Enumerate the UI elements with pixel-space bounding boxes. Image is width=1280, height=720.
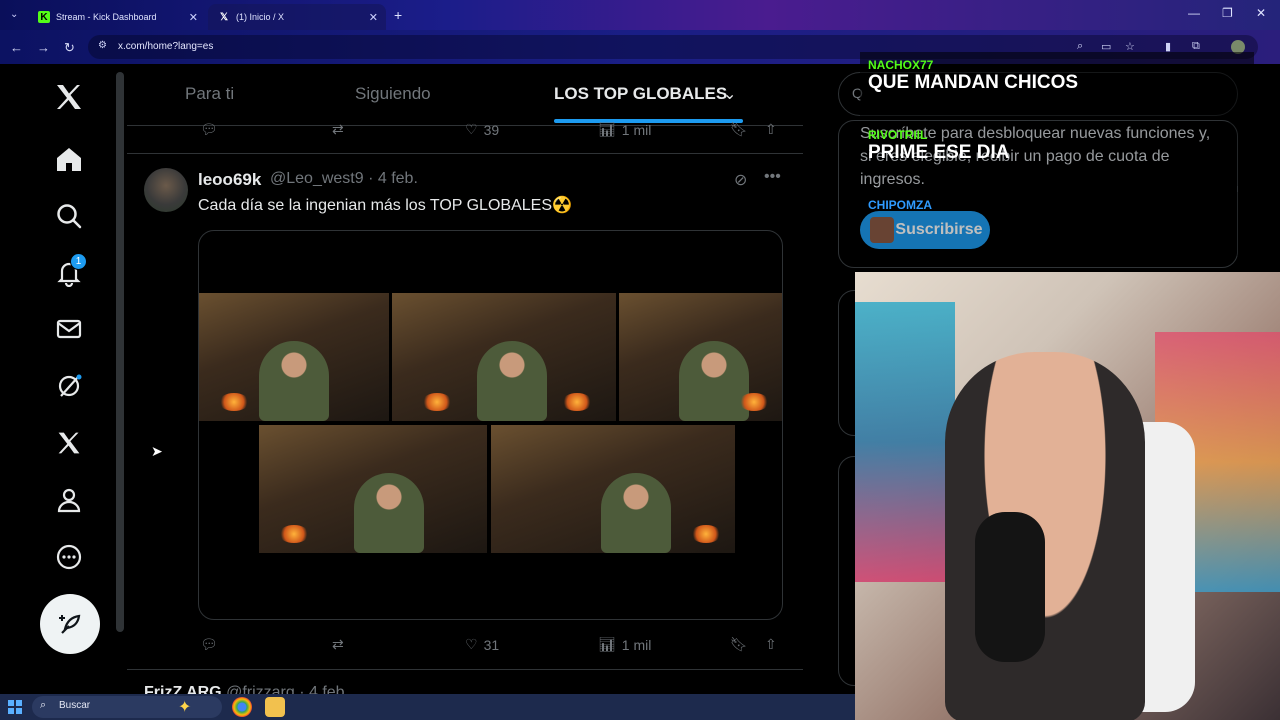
share-icon[interactable]: ⇧ xyxy=(765,636,777,653)
chat-text: PRIME ESE DIA xyxy=(868,142,1010,163)
file-explorer-icon[interactable] xyxy=(265,697,285,717)
close-tab-icon[interactable]: ✕ xyxy=(189,11,198,24)
x-premium-icon[interactable] xyxy=(52,426,86,460)
bookmark-icon[interactable]: 🔖︎ xyxy=(730,636,748,653)
tab-siguiendo[interactable]: Siguiendo xyxy=(355,84,431,104)
taskbar-search-label: Buscar xyxy=(59,700,91,711)
page-scrollbar[interactable] xyxy=(116,72,124,632)
reload-icon[interactable]: ↻ xyxy=(64,40,75,56)
tweet-text: Cada día se la ingenian más los TOP GLOB… xyxy=(198,197,572,214)
mouse-cursor: ➤ xyxy=(151,443,163,459)
bar-chart-icon: 📊︎ xyxy=(598,636,616,652)
grok-explain-icon[interactable]: ⊘ xyxy=(734,170,747,190)
site-info-icon[interactable]: ⚙ xyxy=(98,40,107,51)
tweet-author-name[interactable]: leoo69k xyxy=(198,170,261,190)
tweet-author-handle[interactable]: @Leo_west9 · 4 feb. xyxy=(270,170,418,188)
tab-top-globales[interactable]: LOS TOP GLOBALES xyxy=(554,84,727,104)
x-icon: 𝕏 xyxy=(219,11,229,23)
new-tab-icon[interactable]: + xyxy=(394,7,402,23)
tweet-author-avatar[interactable] xyxy=(144,168,188,212)
url-text[interactable]: x.com/home?lang=es xyxy=(118,41,213,52)
tweet-media[interactable] xyxy=(198,230,783,620)
chat-text: QUE MANDAN CHICOS xyxy=(868,72,1079,93)
close-tab-icon[interactable]: ✕ xyxy=(369,11,378,24)
views-button[interactable]: 📊︎ 1 mil xyxy=(598,636,651,653)
reply-icon[interactable]: 💬︎ xyxy=(200,121,218,138)
media-image xyxy=(259,425,487,553)
chat-username: CHIPOMZA xyxy=(868,198,932,212)
views-button[interactable]: 📊︎ 1 mil xyxy=(598,121,651,138)
heart-icon: ♡ xyxy=(465,636,478,652)
repost-icon[interactable]: ⇄ xyxy=(332,636,344,653)
post-button[interactable] xyxy=(40,594,100,654)
chat-username: RIVOTRIIL xyxy=(868,128,928,142)
chat-message: CHIPOMZA xyxy=(860,192,1254,256)
back-icon[interactable]: ← xyxy=(10,40,23,55)
chevron-down-icon[interactable]: ⌄ xyxy=(723,84,736,104)
grok-icon[interactable] xyxy=(52,369,86,403)
share-icon[interactable]: ⇧ xyxy=(765,121,777,138)
windows-taskbar xyxy=(0,694,855,720)
tweet-actions: 💬︎ ⇄ ♡ 31 📊︎ 1 mil 🔖︎ ⇧ xyxy=(195,634,785,658)
profile-icon[interactable] xyxy=(52,483,86,517)
webcam-overlay xyxy=(855,272,1280,720)
browser-tab-kick[interactable]: K Stream - Kick Dashboard ✕ xyxy=(28,4,206,30)
repost-icon[interactable]: ⇄ xyxy=(332,121,344,138)
tab-list-chevron-icon[interactable]: ⌄ xyxy=(10,9,18,20)
mail-icon[interactable] xyxy=(52,312,86,346)
chat-message: RIVOTRIIL PRIME ESE DIA xyxy=(860,122,1254,186)
minimize-icon[interactable]: — xyxy=(1188,6,1200,20)
like-button[interactable]: ♡ 39 xyxy=(465,121,499,138)
sparkle-icon: ✦ xyxy=(178,699,192,716)
taskbar-search-icon: ⌕ xyxy=(40,699,47,711)
bar-chart-icon: 📊︎ xyxy=(598,121,616,137)
tab-para-ti[interactable]: Para ti xyxy=(185,84,234,104)
tab-title: Stream - Kick Dashboard xyxy=(56,12,157,22)
chat-message: NACHOX77 QUE MANDAN CHICOS xyxy=(860,52,1254,116)
notification-badge: 1 xyxy=(70,253,87,270)
divider xyxy=(127,153,803,154)
media-image xyxy=(392,293,616,421)
x-logo-icon[interactable] xyxy=(52,80,86,114)
more-options-icon[interactable]: ••• xyxy=(764,168,781,186)
media-image xyxy=(619,293,782,421)
media-image xyxy=(199,293,389,421)
reply-icon[interactable]: 💬︎ xyxy=(200,636,218,653)
bookmark-icon[interactable]: 🔖︎ xyxy=(730,121,748,138)
feed-tabs: Para ti Siguiendo LOS TOP GLOBALES ⌄ xyxy=(127,64,803,126)
previous-tweet-actions: 💬︎ ⇄ ♡ 39 📊︎ 1 mil 🔖︎ ⇧ xyxy=(195,119,785,143)
tab-title: (1) Inicio / X xyxy=(236,12,285,22)
chrome-icon[interactable] xyxy=(232,697,252,717)
microphone xyxy=(975,512,1045,662)
chat-username: NACHOX77 xyxy=(868,58,934,72)
browser-tab-x[interactable]: 𝕏 (1) Inicio / X ✕ xyxy=(208,4,386,30)
search-icon[interactable] xyxy=(52,199,86,233)
media-image xyxy=(491,425,735,553)
windows-start-icon[interactable] xyxy=(8,700,22,714)
feather-plus-icon xyxy=(59,614,81,634)
more-icon[interactable] xyxy=(52,540,86,574)
maximize-icon[interactable]: ❐ xyxy=(1222,6,1233,20)
kick-icon: K xyxy=(38,11,50,23)
divider xyxy=(127,669,803,670)
forward-icon[interactable]: → xyxy=(37,40,50,55)
like-button[interactable]: ♡ 31 xyxy=(465,636,499,653)
home-icon[interactable] xyxy=(52,142,86,176)
close-window-icon[interactable]: ✕ xyxy=(1256,6,1266,20)
browser-tab-bar: ⌄ K Stream - Kick Dashboard ✕ 𝕏 (1) Inic… xyxy=(0,0,1280,30)
heart-icon: ♡ xyxy=(465,121,478,137)
stream-chat-overlay: NACHOX77 QUE MANDAN CHICOS RIVOTRIIL PRI… xyxy=(860,52,1254,262)
